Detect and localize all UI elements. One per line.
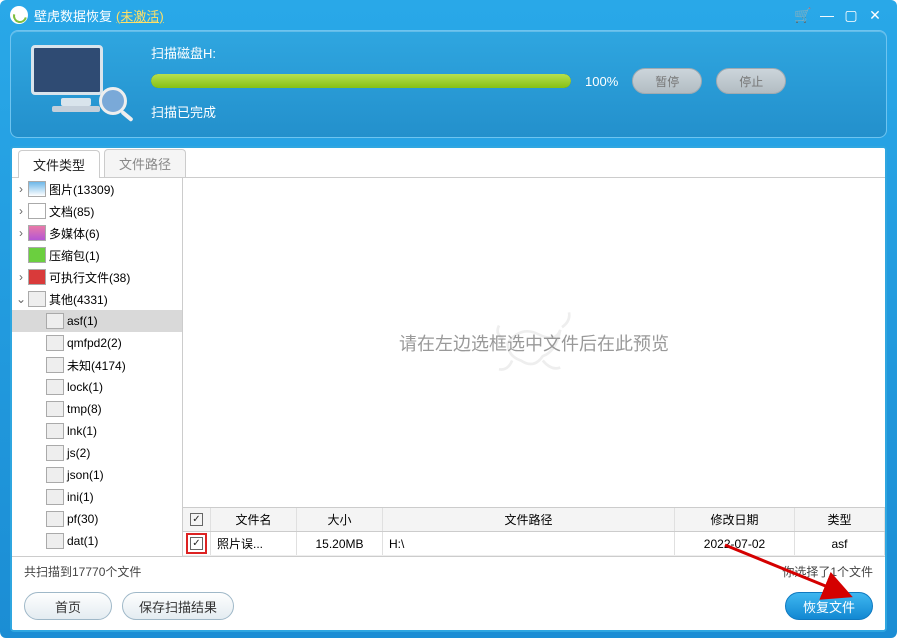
tree-node[interactable]: › 多媒体(6) bbox=[12, 222, 182, 244]
media-icon bbox=[28, 225, 46, 241]
tree-node[interactable]: 未知(4174) bbox=[12, 354, 182, 376]
tree-node[interactable]: ini(1) bbox=[12, 486, 182, 508]
table-header: 文件名 大小 文件路径 修改日期 类型 bbox=[183, 508, 885, 532]
status-scanned: 共扫描到17770个文件 bbox=[24, 563, 141, 580]
stop-button[interactable]: 停止 bbox=[716, 68, 786, 94]
col-name[interactable]: 文件名 bbox=[211, 508, 297, 531]
tree-node[interactable]: › 文档(85) bbox=[12, 200, 182, 222]
expander-icon[interactable]: › bbox=[14, 182, 28, 196]
table-row[interactable]: 照片误... 15.20MB H:\ 2022-07-02 asf bbox=[183, 532, 885, 556]
tree-node[interactable]: ⌄ 其他(4331) bbox=[12, 288, 182, 310]
tree-node[interactable]: dat(1) bbox=[12, 530, 182, 552]
tree-node[interactable]: pf(30) bbox=[12, 508, 182, 530]
gen-icon bbox=[46, 533, 64, 549]
tree-label: 其他(4331) bbox=[49, 291, 108, 308]
tree-node[interactable]: json(1) bbox=[12, 464, 182, 486]
gen-icon bbox=[46, 357, 64, 373]
cell-type: asf bbox=[795, 532, 885, 555]
tree-node[interactable]: › 可执行文件(38) bbox=[12, 266, 182, 288]
gen-icon bbox=[46, 511, 64, 527]
scan-disk-label: 扫描磁盘H: bbox=[151, 43, 866, 62]
tree-label: lock(1) bbox=[67, 380, 103, 394]
tree-label: 未知(4174) bbox=[67, 357, 126, 374]
gen-icon bbox=[46, 489, 64, 505]
tree-node[interactable]: lock(1) bbox=[12, 376, 182, 398]
tree-node[interactable]: qmfpd2(2) bbox=[12, 332, 182, 354]
tree-node[interactable]: 压缩包(1) bbox=[12, 244, 182, 266]
exe-icon bbox=[28, 269, 46, 285]
scan-progress-bar bbox=[151, 74, 571, 88]
tree-label: qmfpd2(2) bbox=[67, 336, 122, 350]
header-checkbox[interactable] bbox=[190, 513, 203, 526]
tree-label: 图片(13309) bbox=[49, 181, 114, 198]
col-size[interactable]: 大小 bbox=[297, 508, 383, 531]
tree-label: js(2) bbox=[67, 446, 90, 460]
expander-icon[interactable]: › bbox=[14, 226, 28, 240]
doc-icon bbox=[28, 203, 46, 219]
scan-percent: 100% bbox=[585, 74, 618, 89]
app-logo-icon bbox=[10, 6, 28, 24]
cell-size: 15.20MB bbox=[297, 532, 383, 555]
titlebar: 壁虎数据恢复 (未激活) 🛒 — ▢ ✕ bbox=[0, 0, 897, 30]
file-table: 文件名 大小 文件路径 修改日期 类型 照片误... 15.20MB H:\ 2… bbox=[183, 507, 885, 556]
gen-icon bbox=[46, 335, 64, 351]
maximize-icon[interactable]: ▢ bbox=[839, 6, 863, 24]
gen-icon bbox=[46, 313, 64, 329]
cart-icon[interactable]: 🛒 bbox=[791, 6, 815, 24]
expander-icon[interactable]: › bbox=[14, 270, 28, 284]
tree-label: dat(1) bbox=[67, 534, 98, 548]
gen-icon bbox=[28, 291, 46, 307]
save-result-button[interactable]: 保存扫描结果 bbox=[122, 592, 234, 620]
gen-icon bbox=[46, 401, 64, 417]
status-selected: 你选择了1个文件 bbox=[782, 563, 873, 580]
tabs-row: 文件类型 文件路径 bbox=[12, 148, 885, 178]
scan-panel: 扫描磁盘H: 100% 暂停 停止 扫描已完成 bbox=[10, 30, 887, 138]
pic-icon bbox=[28, 181, 46, 197]
category-tree[interactable]: › 图片(13309) › 文档(85) › 多媒体(6) 压缩包(1) › 可执行文件(38)… bbox=[12, 178, 183, 556]
recover-button[interactable]: 恢复文件 bbox=[785, 592, 873, 620]
expander-icon[interactable]: › bbox=[14, 204, 28, 218]
expander-icon[interactable]: ⌄ bbox=[14, 292, 28, 306]
home-button[interactable]: 首页 bbox=[24, 592, 112, 620]
cell-name: 照片误... bbox=[211, 532, 297, 555]
tree-label: json(1) bbox=[67, 468, 104, 482]
tree-label: pf(30) bbox=[67, 512, 98, 526]
zip-icon bbox=[28, 247, 46, 263]
gen-icon bbox=[46, 423, 64, 439]
footer: 共扫描到17770个文件 你选择了1个文件 首页 保存扫描结果 恢复文件 bbox=[12, 556, 885, 630]
gecko-watermark-icon bbox=[489, 308, 579, 378]
tree-label: 文档(85) bbox=[49, 203, 94, 220]
cell-path: H:\ bbox=[383, 532, 675, 555]
tab-file-type[interactable]: 文件类型 bbox=[18, 150, 100, 178]
col-type[interactable]: 类型 bbox=[795, 508, 885, 531]
app-title: 壁虎数据恢复 bbox=[34, 6, 112, 25]
close-icon[interactable]: ✕ bbox=[863, 6, 887, 24]
cell-date: 2022-07-02 bbox=[675, 532, 795, 555]
tree-node[interactable]: asf(1) bbox=[12, 310, 182, 332]
tree-label: 多媒体(6) bbox=[49, 225, 100, 242]
scan-done-label: 扫描已完成 bbox=[151, 102, 866, 121]
tree-label: ini(1) bbox=[67, 490, 94, 504]
tree-node[interactable]: lnk(1) bbox=[12, 420, 182, 442]
gen-icon bbox=[46, 467, 64, 483]
tree-label: tmp(8) bbox=[67, 402, 102, 416]
tree-node[interactable]: tmp(8) bbox=[12, 398, 182, 420]
tree-label: lnk(1) bbox=[67, 424, 97, 438]
tree-node[interactable]: js(2) bbox=[12, 442, 182, 464]
tree-node[interactable]: › 图片(13309) bbox=[12, 178, 182, 200]
pause-button[interactable]: 暂停 bbox=[632, 68, 702, 94]
tree-label: asf(1) bbox=[67, 314, 98, 328]
row-checkbox[interactable] bbox=[190, 537, 203, 550]
tree-label: 可执行文件(38) bbox=[49, 269, 130, 286]
col-path[interactable]: 文件路径 bbox=[383, 508, 675, 531]
minimize-icon[interactable]: — bbox=[815, 6, 839, 24]
activation-link[interactable]: (未激活) bbox=[116, 6, 164, 25]
col-date[interactable]: 修改日期 bbox=[675, 508, 795, 531]
preview-area: 请在左边选框选中文件后在此预览 bbox=[183, 178, 885, 507]
gen-icon bbox=[46, 379, 64, 395]
monitor-scan-icon bbox=[31, 45, 121, 119]
tab-file-path[interactable]: 文件路径 bbox=[104, 149, 186, 177]
gen-icon bbox=[46, 445, 64, 461]
tree-label: 压缩包(1) bbox=[49, 247, 100, 264]
